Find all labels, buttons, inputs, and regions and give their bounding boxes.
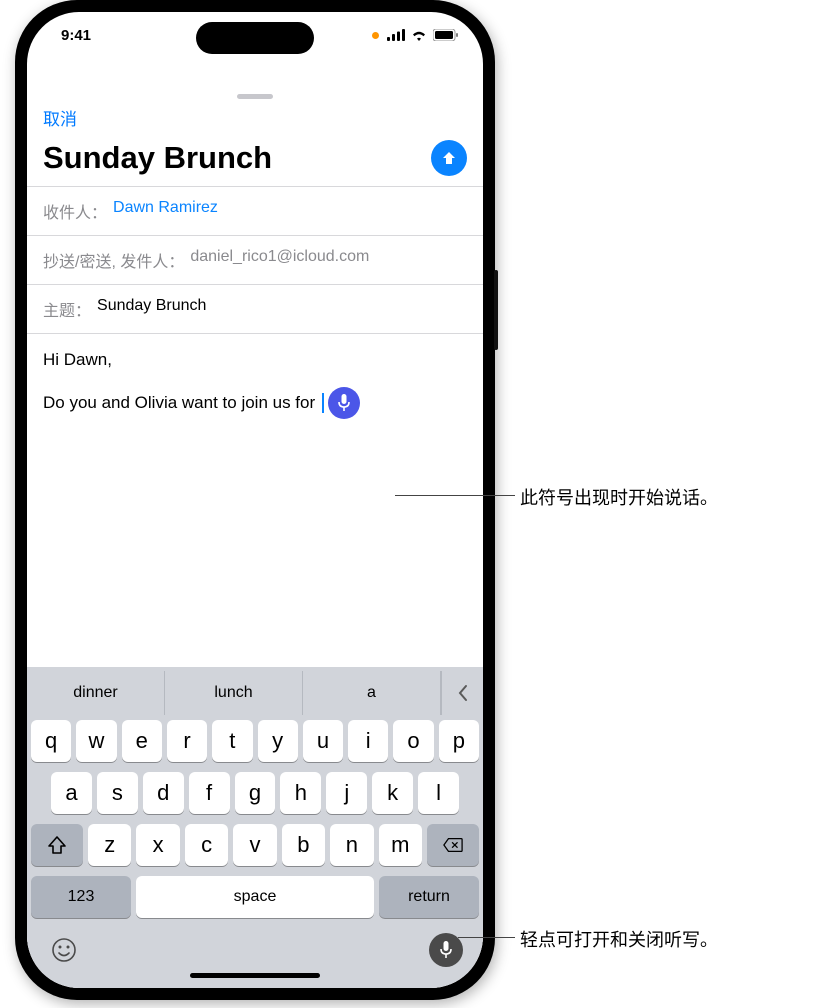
to-label: 收件人： xyxy=(43,199,107,223)
key-x[interactable]: x xyxy=(136,824,179,866)
recording-indicator-dot xyxy=(372,32,379,39)
key-t[interactable]: t xyxy=(212,720,252,762)
key-l[interactable]: l xyxy=(418,772,459,814)
key-r[interactable]: r xyxy=(167,720,207,762)
key-e[interactable]: e xyxy=(122,720,162,762)
key-row-3: z x c v b n m xyxy=(27,819,483,871)
compose-title: Sunday Brunch xyxy=(43,140,272,176)
key-s[interactable]: s xyxy=(97,772,138,814)
subject-value: Sunday Brunch xyxy=(97,297,206,321)
shift-key[interactable] xyxy=(31,824,83,866)
screen: 9:41 取消 Sunday Brunch 收件人： Dawn Ramirez xyxy=(27,12,483,988)
suggestion-2[interactable]: a xyxy=(303,671,441,715)
key-k[interactable]: k xyxy=(372,772,413,814)
suggestion-1[interactable]: lunch xyxy=(165,671,303,715)
status-bar: 9:41 xyxy=(27,12,483,58)
key-j[interactable]: j xyxy=(326,772,367,814)
shift-icon xyxy=(47,835,67,855)
compose-sheet: 取消 Sunday Brunch 收件人： Dawn Ramirez 抄送/密送… xyxy=(27,88,483,988)
key-c[interactable]: c xyxy=(185,824,228,866)
backspace-icon xyxy=(443,835,463,855)
cancel-button[interactable]: 取消 xyxy=(27,103,483,140)
body-line: Do you and Olivia want to join us for xyxy=(43,393,320,412)
key-b[interactable]: b xyxy=(282,824,325,866)
status-time: 9:41 xyxy=(61,27,91,44)
phone-frame: 9:41 取消 Sunday Brunch 收件人： Dawn Ramirez xyxy=(15,0,495,1000)
cellular-icon xyxy=(387,29,405,41)
key-u[interactable]: u xyxy=(303,720,343,762)
key-d[interactable]: d xyxy=(143,772,184,814)
body-greeting: Hi Dawn, xyxy=(43,348,467,373)
backspace-key[interactable] xyxy=(427,824,479,866)
suggestion-bar: dinner lunch a xyxy=(27,671,483,715)
cc-label: 抄送/密送, 发件人： xyxy=(43,248,184,272)
numbers-key[interactable]: 123 xyxy=(31,876,131,918)
status-icons xyxy=(372,29,459,41)
annotation-dictation-indicator: 此符号出现时开始说话。 xyxy=(520,484,718,510)
return-key[interactable]: return xyxy=(379,876,479,918)
space-key[interactable]: space xyxy=(136,876,374,918)
from-value: daniel_rico1@icloud.com xyxy=(190,248,369,272)
send-button[interactable] xyxy=(431,140,467,176)
chevron-left-icon xyxy=(456,684,470,702)
key-i[interactable]: i xyxy=(348,720,388,762)
key-o[interactable]: o xyxy=(393,720,433,762)
callout-line-1 xyxy=(395,495,515,496)
text-cursor xyxy=(322,393,324,413)
subject-label: 主题： xyxy=(43,297,91,321)
cc-bcc-from-field[interactable]: 抄送/密送, 发件人： daniel_rico1@icloud.com xyxy=(27,235,483,284)
key-row-1: q w e r t y u i o p xyxy=(27,715,483,767)
side-button xyxy=(494,270,498,350)
key-v[interactable]: v xyxy=(233,824,276,866)
key-w[interactable]: w xyxy=(76,720,116,762)
home-indicator[interactable] xyxy=(190,973,320,978)
key-row-bottom: 123 space return xyxy=(27,871,483,923)
emoji-icon xyxy=(51,937,77,963)
to-field[interactable]: 收件人： Dawn Ramirez xyxy=(27,186,483,235)
key-g[interactable]: g xyxy=(235,772,276,814)
subject-field[interactable]: 主题： Sunday Brunch xyxy=(27,284,483,333)
body-textarea[interactable]: Hi Dawn, Do you and Olivia want to join … xyxy=(27,333,483,667)
key-m[interactable]: m xyxy=(379,824,422,866)
key-f[interactable]: f xyxy=(189,772,230,814)
dynamic-island xyxy=(196,22,314,54)
wifi-icon xyxy=(410,29,428,41)
suggestion-0[interactable]: dinner xyxy=(27,671,165,715)
emoji-button[interactable] xyxy=(47,933,81,967)
arrow-up-icon xyxy=(440,149,458,167)
battery-icon xyxy=(433,29,459,41)
microphone-icon xyxy=(439,940,453,960)
key-z[interactable]: z xyxy=(88,824,131,866)
key-n[interactable]: n xyxy=(330,824,373,866)
key-h[interactable]: h xyxy=(280,772,321,814)
microphone-icon xyxy=(337,394,351,412)
key-row-2: a s d f g h j k l xyxy=(27,767,483,819)
key-y[interactable]: y xyxy=(258,720,298,762)
key-p[interactable]: p xyxy=(439,720,479,762)
suggestion-collapse[interactable] xyxy=(441,671,483,715)
keyboard-footer xyxy=(27,923,483,967)
callout-line-2 xyxy=(458,937,515,938)
key-q[interactable]: q xyxy=(31,720,71,762)
to-value[interactable]: Dawn Ramirez xyxy=(113,199,218,223)
dictation-button[interactable] xyxy=(429,933,463,967)
annotation-dictation-toggle: 轻点可打开和关闭听写。 xyxy=(520,926,718,952)
key-a[interactable]: a xyxy=(51,772,92,814)
keyboard: dinner lunch a q w e r t y u i o xyxy=(27,667,483,988)
dictation-indicator[interactable] xyxy=(328,387,360,419)
sheet-grabber[interactable] xyxy=(237,94,273,99)
